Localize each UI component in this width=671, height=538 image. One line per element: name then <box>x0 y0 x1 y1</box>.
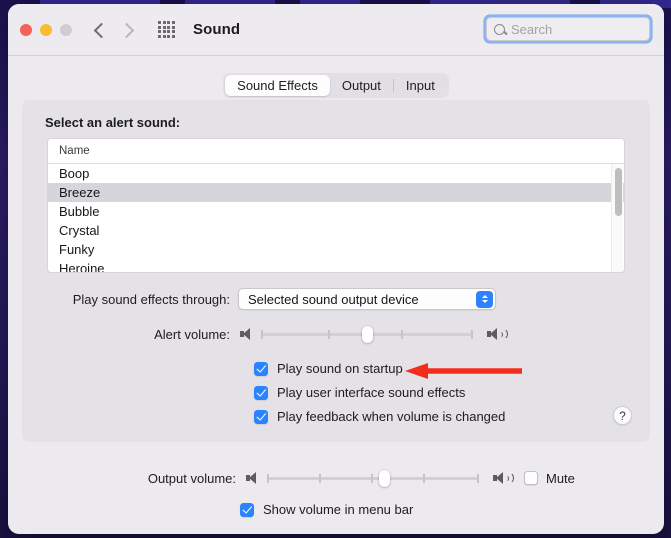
speaker-high-icon <box>493 471 514 485</box>
alert-volume-row: Alert volume: <box>22 324 650 344</box>
checkbox-icon[interactable] <box>524 471 538 485</box>
checkbox-icon[interactable] <box>240 502 254 517</box>
checkbox-label: Play sound on startup <box>277 361 403 376</box>
sound-effects-panel: Select an alert sound: Name Boop Breeze … <box>22 100 650 442</box>
checkbox-label: Play feedback when volume is changed <box>277 409 506 424</box>
speaker-low-icon <box>240 327 252 341</box>
sound-preferences-window: Sound Search Sound Effects Output Input … <box>8 4 664 534</box>
slider-tick <box>261 330 263 339</box>
tab-sound-effects[interactable]: Sound Effects <box>225 75 330 96</box>
slider-tick <box>401 330 403 339</box>
checkbox-play-feedback-volume-changed[interactable]: Play feedback when volume is changed <box>254 406 505 427</box>
search-field-focus-ring: Search <box>484 15 652 43</box>
play-through-label: Play sound effects through: <box>72 291 230 307</box>
select-alert-sound-label: Select an alert sound: <box>45 115 181 130</box>
sound-options-checkbox-group: Play sound on startup Play user interfac… <box>254 358 505 430</box>
list-item[interactable]: Breeze <box>48 183 624 202</box>
forward-chevron-icon <box>120 21 136 39</box>
output-volume-row: Output volume: Mute <box>8 468 664 488</box>
navigation-buttons <box>93 21 136 39</box>
speaker-low-icon <box>246 471 258 485</box>
checkbox-show-volume-in-menu-bar[interactable]: Show volume in menu bar <box>240 502 413 517</box>
checkbox-icon[interactable] <box>254 385 268 400</box>
close-button[interactable] <box>20 23 32 36</box>
zoom-button <box>60 23 72 36</box>
minimize-button[interactable] <box>40 23 52 36</box>
play-through-dropdown[interactable]: Selected sound output device <box>238 288 496 310</box>
checkbox-play-sound-on-startup[interactable]: Play sound on startup <box>254 358 505 379</box>
checkbox-label: Show volume in menu bar <box>263 502 414 517</box>
scrollbar-thumb[interactable] <box>614 168 622 216</box>
search-icon <box>494 23 505 35</box>
slider-thumb[interactable] <box>361 326 373 343</box>
list-item[interactable]: Boop <box>48 164 624 183</box>
alert-volume-label: Alert volume: <box>154 326 230 342</box>
slider-tick <box>423 474 425 483</box>
tab-input[interactable]: Input <box>394 75 447 96</box>
alert-sound-list-body: Boop Breeze Bubble Crystal Funky Heroine <box>48 164 624 272</box>
slider-tick <box>319 474 321 483</box>
speaker-high-icon <box>487 327 508 341</box>
checkbox-icon[interactable] <box>254 409 268 424</box>
slider-tick <box>267 474 269 483</box>
output-volume-slider[interactable] <box>267 468 479 488</box>
slider-track <box>267 477 479 480</box>
slider-tick <box>371 474 373 483</box>
slider-tick <box>328 330 330 339</box>
help-button[interactable]: ? <box>613 406 632 425</box>
list-item[interactable]: Bubble <box>48 202 624 221</box>
checkbox-label: Mute <box>546 470 575 486</box>
checkbox-mute[interactable]: Mute <box>524 471 575 486</box>
list-item[interactable]: Crystal <box>48 221 624 240</box>
chevron-updown-icon <box>476 290 493 308</box>
play-sound-effects-through-row: Play sound effects through: Selected sou… <box>22 288 650 310</box>
list-item[interactable]: Heroine <box>48 259 624 272</box>
checkbox-icon[interactable] <box>254 361 268 376</box>
output-volume-label: Output volume: <box>147 470 236 486</box>
search-input[interactable]: Search <box>486 17 650 41</box>
page-title: Sound <box>193 21 241 38</box>
search-placeholder: Search <box>511 21 553 37</box>
checkbox-play-ui-sound-effects[interactable]: Play user interface sound effects <box>254 382 505 403</box>
slider-tick <box>471 330 473 339</box>
back-chevron-icon[interactable] <box>93 21 109 39</box>
slider-thumb[interactable] <box>378 470 390 487</box>
tab-output[interactable]: Output <box>330 75 393 96</box>
play-through-value: Selected sound output device <box>248 291 419 307</box>
tab-bar: Sound Effects Output Input <box>8 73 664 98</box>
titlebar: Sound Search <box>8 4 664 56</box>
slider-tick <box>477 474 479 483</box>
alert-volume-slider[interactable] <box>261 324 473 344</box>
checkbox-label: Play user interface sound effects <box>277 385 466 400</box>
list-scrollbar[interactable] <box>611 164 623 272</box>
list-column-header-name: Name <box>48 139 624 164</box>
window-controls <box>20 23 72 36</box>
alert-sound-list[interactable]: Name Boop Breeze Bubble Crystal Funky He… <box>47 138 625 273</box>
show-all-grid-icon[interactable] <box>158 21 175 38</box>
list-item[interactable]: Funky <box>48 240 624 259</box>
